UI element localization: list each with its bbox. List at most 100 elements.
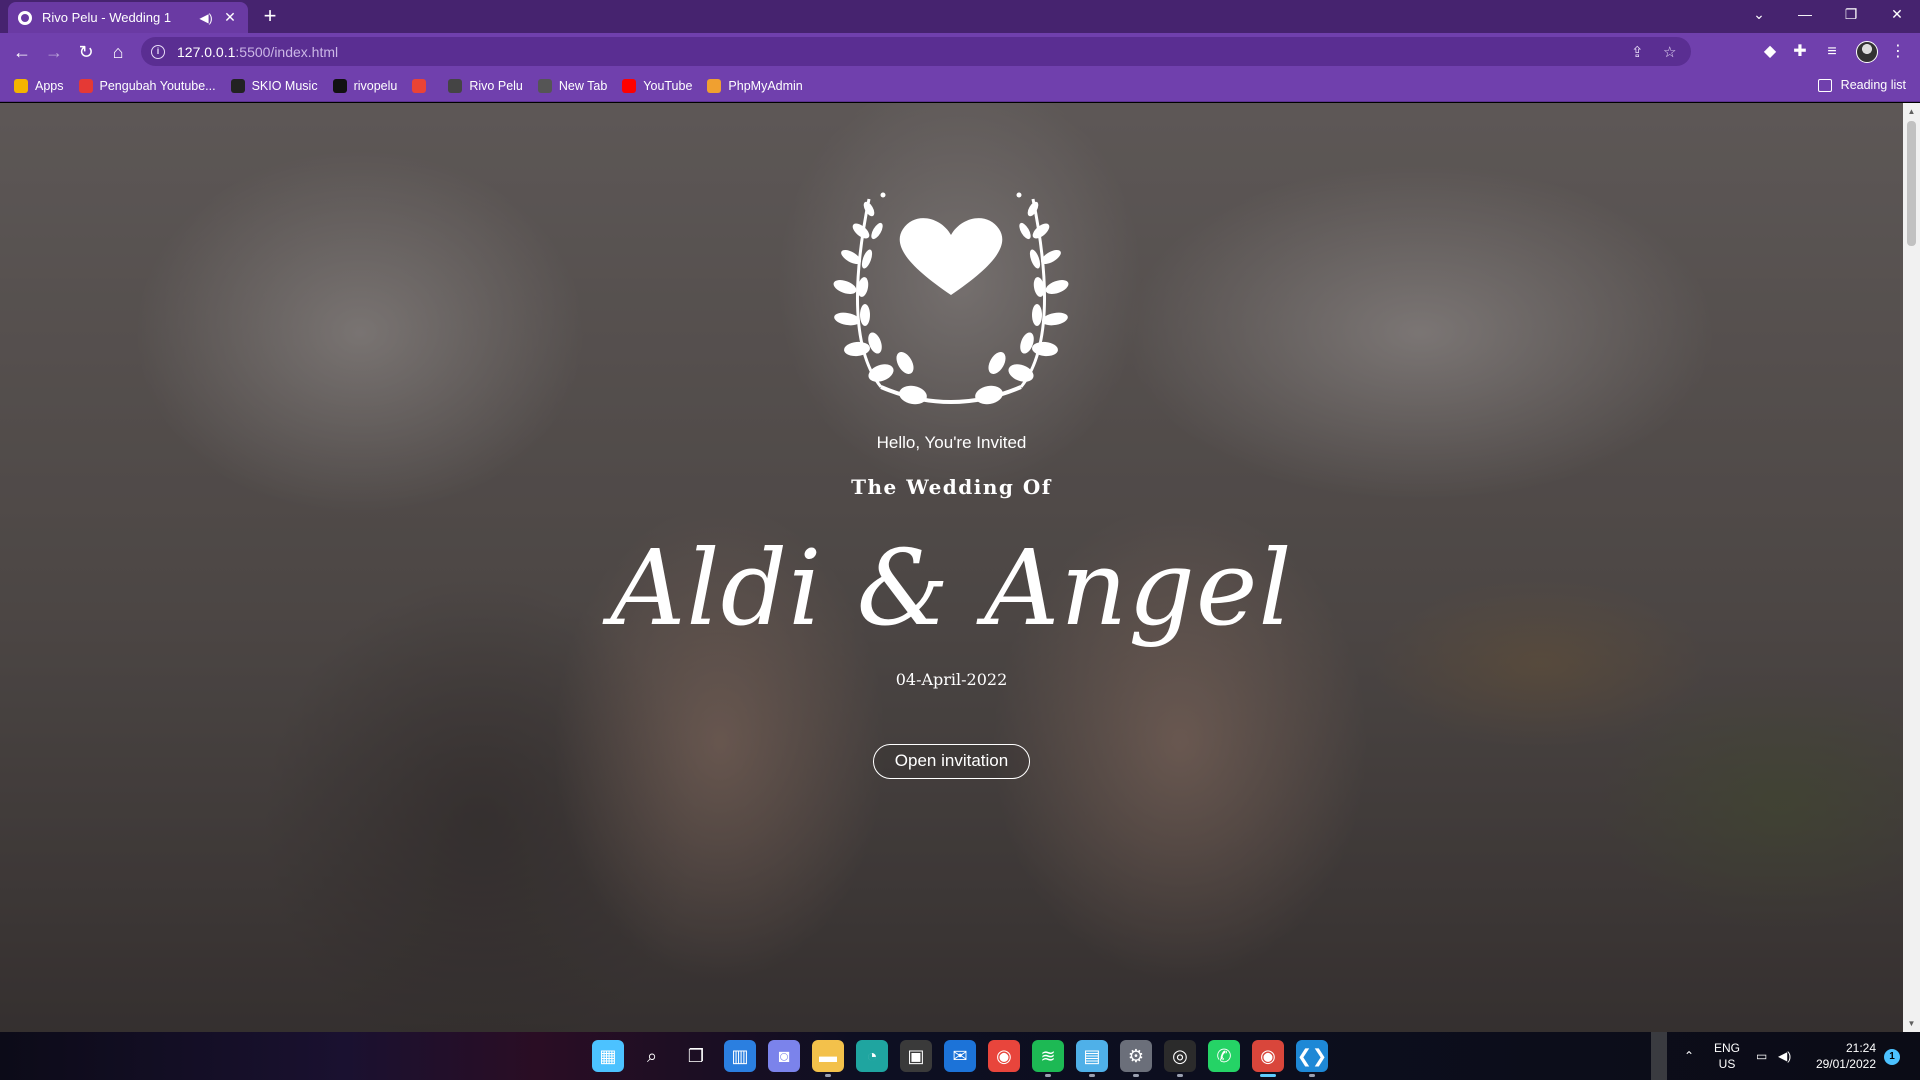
wedding-date: 04-April-2022	[895, 670, 1008, 689]
notification-badge[interactable]: 1	[1884, 1049, 1900, 1065]
forward-arrow-icon[interactable]: →	[40, 38, 68, 66]
reading-list-label: Reading list	[1840, 78, 1906, 92]
browser-tab-strip: Rivo Pelu - Wedding 1 ◀) ✕ + ⌄ — ❐ ✕	[0, 0, 1920, 33]
subtitle-text: The Wedding Of	[851, 475, 1052, 499]
bookmark-item[interactable]: Pengubah Youtube...	[78, 78, 216, 93]
new-tab-button[interactable]: +	[258, 4, 282, 28]
clock-time: 21:24	[1845, 1041, 1876, 1055]
scroll-down-arrow-icon[interactable]: ▼	[1903, 1015, 1920, 1032]
bookmark-item[interactable]: SKIO Music	[230, 78, 318, 93]
speaker-icon[interactable]: ◀)	[198, 11, 214, 25]
extension-graduation-icon[interactable]: ◆	[1756, 38, 1784, 66]
task-view-icon[interactable]: ❐	[680, 1040, 712, 1072]
extensions-puzzle-icon[interactable]: ✚	[1786, 38, 1814, 66]
browser-toolbar: ← → ↻ ⌂ i 127.0.0.1:5500/index.html ⇪ ☆ …	[0, 33, 1920, 70]
widgets-icon[interactable]: ▥	[724, 1040, 756, 1072]
bookmark-star-icon[interactable]: ☆	[1663, 43, 1676, 61]
running-indicator	[1133, 1074, 1139, 1077]
whatsapp-icon[interactable]: ✆	[1208, 1040, 1240, 1072]
profile-avatar[interactable]	[1856, 41, 1878, 63]
share-icon[interactable]: ⇪	[1631, 43, 1644, 61]
bookmark-label: SKIO Music	[251, 78, 318, 93]
bookmark-item[interactable]: rivopelu	[332, 78, 398, 93]
bookmark-label: Apps	[35, 78, 64, 93]
youtube-converter-icon	[78, 78, 93, 93]
gmail-icon	[412, 78, 427, 93]
keyboard-region: US	[1718, 1057, 1736, 1071]
address-url[interactable]: 127.0.0.1:5500/index.html	[177, 44, 338, 60]
spotify-icon[interactable]: ≋	[1032, 1040, 1064, 1077]
network-icon[interactable]: ▭	[1756, 1032, 1767, 1080]
file-explorer-icon[interactable]: ▬	[812, 1040, 844, 1077]
language-indicator[interactable]: ENG US	[1712, 1040, 1742, 1072]
heart-wreath-icon	[833, 192, 1069, 405]
browser-tab-active[interactable]: Rivo Pelu - Wedding 1 ◀) ✕	[8, 2, 248, 33]
bookmark-item[interactable]: Rivo Pelu	[448, 78, 523, 93]
scrollbar-thumb[interactable]	[1907, 121, 1916, 246]
back-arrow-icon[interactable]: ←	[8, 38, 36, 66]
obs-icon[interactable]: ◎	[1164, 1040, 1196, 1077]
teams-chat-icon[interactable]: ◙	[768, 1040, 800, 1072]
mail-icon[interactable]: ✉	[944, 1040, 976, 1072]
apps-grid-icon	[14, 78, 28, 93]
close-tab-icon[interactable]: ✕	[222, 9, 238, 26]
spiral-icon	[448, 78, 463, 93]
infinity-icon	[230, 78, 245, 93]
menu-kebab-icon[interactable]: ⋮	[1884, 38, 1912, 66]
address-bar[interactable]: i 127.0.0.1:5500/index.html ⇪ ☆	[141, 37, 1691, 66]
bookmark-label: rivopelu	[353, 78, 398, 93]
phpmyadmin-icon	[707, 78, 722, 93]
hero-background-photo: Hello, You're Invited The Wedding Of Ald…	[0, 103, 1903, 1032]
open-invitation-button[interactable]: Open invitation	[873, 744, 1030, 779]
bookmark-label: Pengubah Youtube...	[99, 78, 216, 93]
home-icon[interactable]: ⌂	[104, 38, 132, 66]
tab-search-chevron-icon[interactable]: ⌄	[1736, 0, 1782, 30]
running-indicator	[1089, 1074, 1095, 1077]
globe-icon	[537, 78, 552, 93]
bookmark-item[interactable]	[412, 78, 433, 93]
reading-list-button[interactable]: Reading list	[1817, 78, 1906, 92]
taskbar-divider	[1651, 1032, 1667, 1080]
bookmark-item[interactable]: YouTube	[622, 78, 693, 93]
media-control-icon[interactable]: ≡	[1818, 38, 1846, 66]
chrome-profile-icon[interactable]: ◉	[1252, 1040, 1284, 1077]
search-icon[interactable]: ⌕	[636, 1040, 668, 1072]
store-icon[interactable]: ▣	[900, 1040, 932, 1072]
page-scrollbar[interactable]: ▲ ▼	[1903, 103, 1920, 1032]
scroll-up-arrow-icon[interactable]: ▲	[1903, 103, 1920, 120]
chrome-icon[interactable]: ◉	[988, 1040, 1020, 1072]
windows-taskbar: ⌃ ENG US ▭ ◀) 21:24 29/01/2022 1 ▦ ⌕ ❐ ▥ ◙ ▬ ◔…	[0, 1032, 1920, 1080]
edge-icon[interactable]: ◔	[856, 1040, 888, 1072]
running-indicator	[1177, 1074, 1183, 1077]
volume-icon[interactable]: ◀)	[1778, 1032, 1791, 1080]
hero-section: Hello, You're Invited The Wedding Of Ald…	[0, 103, 1903, 1032]
close-window-button[interactable]: ✕	[1874, 0, 1920, 30]
site-info-icon[interactable]: i	[151, 44, 165, 59]
greeting-text: Hello, You're Invited	[876, 433, 1027, 452]
youtube-icon	[622, 78, 637, 93]
bookmark-item[interactable]: New Tab	[537, 78, 608, 93]
bookmark-label: New Tab	[558, 78, 608, 93]
running-indicator	[1260, 1074, 1276, 1077]
bookmark-item[interactable]: PhpMyAdmin	[707, 78, 803, 93]
show-hidden-icons-chevron-icon[interactable]: ⌃	[1684, 1032, 1694, 1080]
clock-date: 29/01/2022	[1815, 1057, 1876, 1071]
reload-icon[interactable]: ↻	[72, 38, 100, 66]
minimize-window-button[interactable]: —	[1782, 0, 1828, 30]
bookmark-label: YouTube	[643, 78, 693, 93]
settings-icon[interactable]: ⚙	[1120, 1040, 1152, 1077]
tab-title: Rivo Pelu - Wedding 1	[42, 10, 172, 25]
running-indicator	[1045, 1074, 1051, 1077]
running-indicator	[825, 1074, 831, 1077]
reading-list-icon	[1817, 78, 1832, 92]
bookmark-item[interactable]: Apps	[14, 78, 64, 93]
vscode-icon[interactable]: ❮❯	[1296, 1040, 1328, 1077]
bookmark-label: PhpMyAdmin	[728, 78, 803, 93]
system-clock[interactable]: 21:24 29/01/2022	[1810, 1040, 1876, 1072]
site-favicon-icon	[18, 10, 32, 25]
bookmark-label: Rivo Pelu	[469, 78, 523, 93]
restore-window-button[interactable]: ❐	[1828, 0, 1874, 30]
couple-names-title: Aldi & Angel	[610, 527, 1293, 649]
notepad-icon[interactable]: ▤	[1076, 1040, 1108, 1077]
windows-start-icon[interactable]: ▦	[592, 1040, 624, 1072]
